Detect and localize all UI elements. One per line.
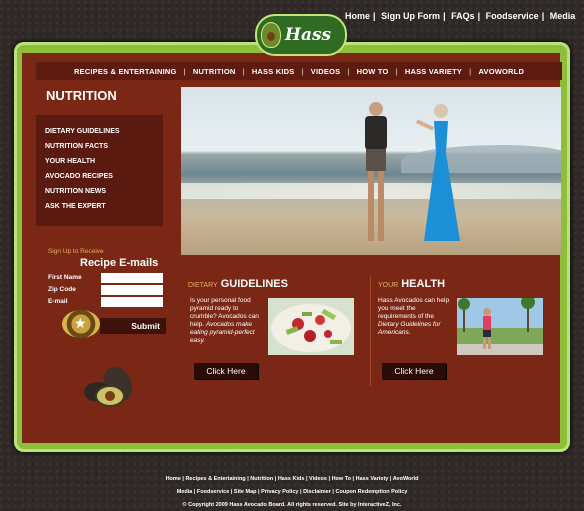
salad-photo — [268, 298, 354, 355]
footer-link[interactable]: Home — [166, 476, 181, 482]
section-title: NUTRITION — [46, 88, 117, 103]
footer-link[interactable]: Coupon Redemption Policy — [336, 489, 408, 495]
separator: | — [541, 11, 545, 21]
main-nav: RECIPES & ENTERTAINING | NUTRITION | HASS … — [36, 62, 562, 80]
footer-link[interactable]: Videos — [309, 476, 327, 482]
top-link-media[interactable]: Media — [550, 11, 576, 21]
jogger-photo — [457, 298, 543, 355]
footer-link[interactable]: AvoWorld — [393, 476, 419, 482]
subnav-avocado-recipes[interactable]: AVOCADO RECIPES — [36, 169, 163, 184]
avocado-halves-image — [84, 366, 133, 407]
footer-link[interactable]: Disclaimer — [303, 489, 331, 495]
copyright: © Copyright 2009 Hass Avocado Board. All… — [182, 502, 402, 508]
separator: | — [373, 11, 376, 21]
heading-prefix: YOUR — [378, 282, 399, 289]
heading-prefix: DIETARY — [188, 282, 218, 289]
nav-avoworld[interactable]: AVOWORLD — [471, 67, 531, 76]
submit-button[interactable]: Submit — [100, 318, 166, 334]
nav-how-to[interactable]: HOW TO — [350, 67, 396, 76]
subnav-your-health[interactable]: YOUR HEALTH — [36, 154, 163, 169]
top-link-foodservice[interactable]: Foodservice — [486, 11, 539, 21]
subnav-nutrition-facts[interactable]: NUTRITION FACTS — [36, 139, 163, 154]
signup-heading: Recipe E-mails — [80, 257, 159, 269]
email-field[interactable] — [101, 297, 163, 307]
subnav-ask-the-expert[interactable]: ASK THE EXPERT — [36, 199, 163, 214]
dietary-guidelines-text: Is your personal food pyramid ready to c… — [190, 297, 264, 345]
signup-caption: Sign Up to Receive — [48, 248, 104, 255]
footer-link[interactable]: Media — [177, 489, 193, 495]
top-link-home[interactable]: Home — [345, 11, 370, 21]
footer-link[interactable]: Privacy Policy — [261, 489, 298, 495]
your-health-text: Hass Avocados can help you meet the requ… — [378, 297, 452, 337]
nav-recipes[interactable]: RECIPES & ENTERTAINING — [67, 67, 184, 76]
hass-logo[interactable]: Hass — [255, 14, 347, 56]
man-figure — [365, 102, 387, 241]
avocado-logo-icon — [261, 22, 281, 48]
footer-links-row-1: Home | Recipes & Entertaining | Nutritio… — [165, 476, 419, 482]
footer-link[interactable]: Hass Kids — [278, 476, 305, 482]
first-name-label: First Name — [48, 274, 82, 281]
body-italic-text: Dietary Guidelines for Americans. — [378, 321, 441, 336]
sub-navigation: DIETARY GUIDELINES NUTRITION FACTS YOUR … — [36, 115, 163, 226]
footer-link[interactable]: Recipes & Entertaining — [185, 476, 245, 482]
nav-hass-kids[interactable]: HASS KIDS — [245, 67, 302, 76]
top-link-signup[interactable]: Sign Up Form — [381, 11, 440, 21]
your-health-heading: YOUR HEALTH — [378, 278, 445, 290]
nav-nutrition[interactable]: NUTRITION — [186, 67, 243, 76]
dietary-guidelines-heading: DIETARY GUIDELINES — [188, 278, 288, 290]
health-click-here-button[interactable]: Click Here — [382, 363, 446, 379]
footer-links-row-2: Media | Foodservice | Site Map | Privacy… — [176, 489, 408, 495]
nav-hass-variety[interactable]: HASS VARIETY — [398, 67, 469, 76]
separator: | — [443, 11, 446, 21]
top-link-faqs[interactable]: FAQs — [451, 11, 475, 21]
star-icon: ★ — [74, 315, 87, 331]
email-label: E-mail — [48, 298, 68, 305]
body-text: Hass Avocados can help you meet the requ… — [378, 297, 450, 320]
footer-link[interactable]: Foodservice — [197, 489, 229, 495]
zip-code-field[interactable] — [101, 285, 163, 295]
separator: | — [477, 11, 481, 21]
section-divider — [370, 276, 371, 386]
seal-icon: ★ — [62, 310, 100, 338]
logo-text: Hass — [284, 25, 332, 45]
subnav-nutrition-news[interactable]: NUTRITION NEWS — [36, 184, 163, 199]
footer-link[interactable]: Hass Variety — [356, 476, 389, 482]
zip-code-label: Zip Code — [48, 286, 76, 293]
top-utility-links: Home | Sign Up Form | FAQs | Foodservice | M… — [345, 11, 575, 21]
dietary-click-here-button[interactable]: Click Here — [194, 363, 258, 379]
subnav-dietary-guidelines[interactable]: DIETARY GUIDELINES — [36, 124, 163, 139]
first-name-field[interactable] — [101, 273, 163, 283]
footer-link[interactable]: How To — [332, 476, 351, 482]
footer-link[interactable]: Site Map — [234, 489, 257, 495]
woman-figure — [416, 104, 460, 241]
heading-main: HEALTH — [401, 278, 446, 290]
hero-beach-photo — [181, 87, 561, 255]
footer-link[interactable]: Nutrition — [250, 476, 273, 482]
heading-main: GUIDELINES — [220, 278, 288, 290]
nav-videos[interactable]: VIDEOS — [304, 67, 348, 76]
